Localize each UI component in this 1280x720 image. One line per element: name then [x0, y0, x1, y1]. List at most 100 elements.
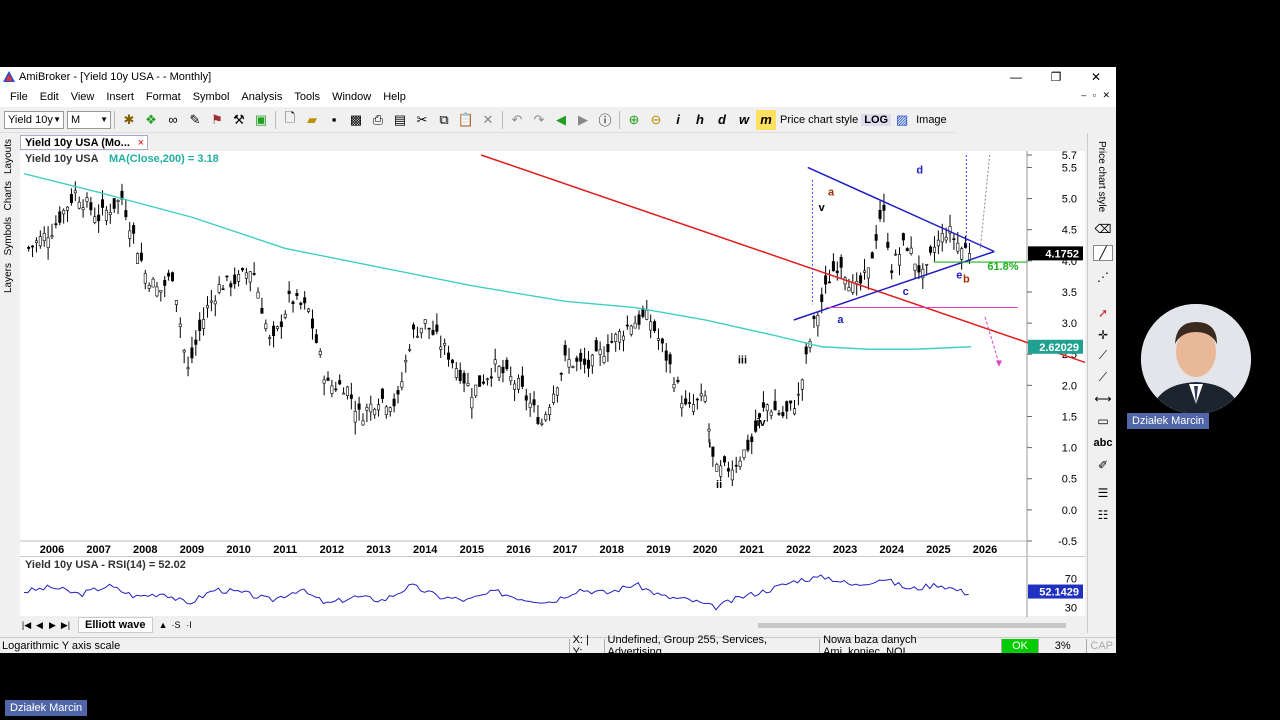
first-sheet-button[interactable]: |◀	[20, 620, 33, 631]
tools-icon[interactable]: ⚒	[229, 110, 249, 130]
price-bar-body	[357, 403, 361, 410]
sheet-extra-2[interactable]: ·S	[170, 620, 183, 630]
cut-icon[interactable]: ✂	[412, 110, 432, 130]
delete-icon[interactable]: ✕	[478, 110, 498, 130]
price-bar-body	[431, 329, 435, 335]
menu-window[interactable]: Window	[326, 91, 377, 103]
copy-icon[interactable]: ⧉	[434, 110, 454, 130]
menu-tools[interactable]: Tools	[288, 91, 326, 103]
print-icon[interactable]: ⎙	[368, 110, 388, 130]
image-icon[interactable]: ▨	[892, 110, 912, 130]
save-icon[interactable]: ▪	[324, 110, 344, 130]
fibonacci-icon[interactable]: ☰	[1093, 485, 1113, 501]
rsi-chart-svg[interactable]: Yield 10y USA - RSI(14) = 52.02 70 30 52.1…	[20, 557, 1085, 617]
formula-icon[interactable]: ❖	[141, 110, 161, 130]
pencil-icon[interactable]: ✐	[1093, 457, 1113, 473]
cursor-icon[interactable]: ➚	[1093, 305, 1113, 321]
rectangle-icon[interactable]: ▭	[1093, 413, 1113, 429]
menu-help[interactable]: Help	[377, 91, 412, 103]
back-icon[interactable]: ◀	[551, 110, 571, 130]
close-icon[interactable]: ×	[138, 137, 144, 149]
forward-icon[interactable]: ▶	[573, 110, 593, 130]
menu-edit[interactable]: Edit	[34, 91, 65, 103]
sheet-extra-1[interactable]: ▲	[157, 620, 170, 630]
tab-symbols[interactable]: Symbols	[3, 217, 14, 255]
price-bar-body	[517, 378, 521, 390]
price-bar-body	[38, 236, 42, 247]
menu-view[interactable]: View	[65, 91, 101, 103]
save-all-icon[interactable]: ▩	[346, 110, 366, 130]
minimize-button[interactable]: —	[996, 67, 1036, 87]
redo-icon[interactable]: ↷	[529, 110, 549, 130]
price-chart-pane[interactable]: Yield 10y USA MA(Close,200) = 3.18 5.7 5.…	[20, 150, 1116, 561]
log-scale-button[interactable]: LOG	[861, 113, 892, 126]
open-icon[interactable]: ▰	[302, 110, 322, 130]
maximize-button[interactable]: ❐	[1036, 67, 1076, 87]
price-bar-body	[244, 272, 248, 279]
interval-combo[interactable]: M ▼	[67, 110, 111, 129]
zoom-in-icon[interactable]: ⊕	[624, 110, 644, 130]
sheet-tab-elliott-wave[interactable]: Elliott wave	[78, 617, 153, 633]
print-preview-icon[interactable]: ▤	[390, 110, 410, 130]
status-xy: X: | Y:	[568, 634, 604, 658]
prev-sheet-button[interactable]: ◀	[33, 620, 46, 631]
draw-icon[interactable]: ✎	[185, 110, 205, 130]
tab-layers[interactable]: Layers	[3, 263, 14, 293]
chart-document-tab[interactable]: Yield 10y USA (Mo... ×	[20, 135, 148, 150]
symbol-combo[interactable]: Yield 10y ▼	[4, 110, 64, 129]
interval-h-icon[interactable]: h	[690, 110, 710, 130]
rsi-last-label: 52.1429	[1039, 587, 1079, 599]
status-database: Nowa baza danych Ami_koniec_NOL	[819, 634, 1001, 658]
chart-icon[interactable]: ▣	[251, 110, 271, 130]
wizard-icon[interactable]: ✱	[119, 110, 139, 130]
rsi-pane[interactable]: Yield 10y USA - RSI(14) = 52.02 70 30 52.1…	[20, 556, 1085, 617]
glasses-icon[interactable]: ∞	[163, 110, 183, 130]
menu-symbol[interactable]: Symbol	[187, 91, 236, 103]
mdi-controls[interactable]: – ▫ ✕	[1081, 90, 1112, 101]
crosshair-icon[interactable]: ✛	[1093, 327, 1113, 343]
close-button[interactable]: ✕	[1076, 67, 1116, 87]
trendline-icon[interactable]: ⟋	[1093, 347, 1113, 363]
interval-i-icon[interactable]: i	[668, 110, 688, 130]
price-chart-svg[interactable]: Yield 10y USA MA(Close,200) = 3.18 5.75.…	[20, 150, 1116, 561]
ma-last-label: 2.62029	[1039, 342, 1079, 354]
image-button[interactable]: Image	[913, 114, 950, 126]
menu-insert[interactable]: Insert	[100, 91, 140, 103]
interval-m-icon[interactable]: m	[756, 109, 776, 130]
interval-w-icon[interactable]: w	[734, 110, 754, 130]
paste-icon[interactable]: 📋	[456, 110, 476, 130]
horizontal-scrollbar[interactable]	[758, 623, 1066, 628]
fib-extension-icon[interactable]: ☷	[1093, 507, 1113, 523]
zoom-out-icon[interactable]: ⊖	[646, 110, 666, 130]
info-icon[interactable]: ⓘ	[595, 110, 615, 130]
presenter-name-badge: Działek Marcin	[1127, 413, 1210, 429]
menu-file[interactable]: File	[4, 91, 34, 103]
wave-label: a	[828, 186, 835, 198]
rsi-legend: Yield 10y USA - RSI(14) = 52.02	[25, 559, 186, 571]
tab-layouts[interactable]: Layouts	[3, 139, 14, 174]
price-bar-body	[520, 375, 524, 387]
last-sheet-button[interactable]: ▶|	[59, 620, 72, 631]
hline-icon[interactable]: ⟷	[1093, 391, 1113, 407]
tab-charts[interactable]: Charts	[3, 181, 14, 210]
price-chart-style-button[interactable]: Price chart style	[777, 114, 861, 126]
menu-format[interactable]: Format	[140, 91, 187, 103]
price-bar-body	[27, 246, 31, 249]
sheet-extra-3[interactable]: ·I	[183, 620, 196, 630]
price-bar-body	[890, 270, 894, 273]
new-icon[interactable]: 🗋	[280, 110, 300, 130]
pen-icon[interactable]: ╱	[1093, 245, 1113, 261]
wave-label: i	[708, 439, 711, 451]
indicator-icon[interactable]: ⚑	[207, 110, 227, 130]
next-sheet-button[interactable]: ▶	[46, 620, 59, 631]
eraser-icon[interactable]: ⌫	[1093, 221, 1113, 237]
presenter-name-badge-bottom: Działek Marcin	[5, 700, 88, 716]
menu-analysis[interactable]: Analysis	[235, 91, 288, 103]
text-tool-button[interactable]: abc	[1093, 435, 1113, 451]
undo-icon[interactable]: ↶	[507, 110, 527, 130]
price-bar-body	[956, 242, 960, 252]
interval-d-icon[interactable]: d	[712, 110, 732, 130]
dotted-line-icon[interactable]: ⋰	[1093, 269, 1113, 285]
price-bar-body	[108, 212, 112, 215]
ray-icon[interactable]: ⟋	[1093, 369, 1113, 385]
